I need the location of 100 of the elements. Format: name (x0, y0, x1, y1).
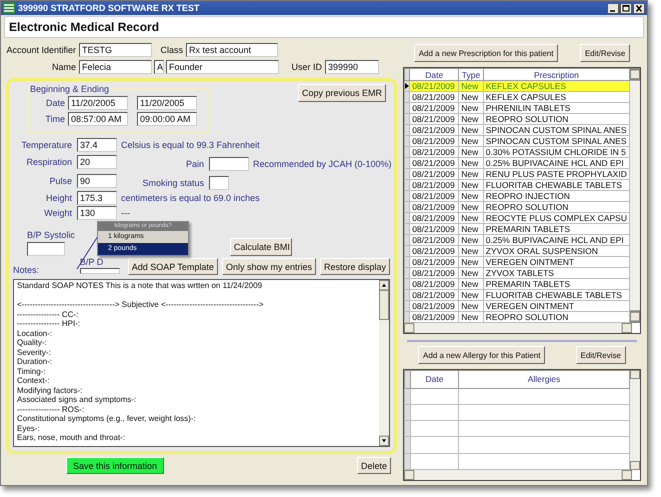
table-cell: New (458, 158, 484, 168)
column-header[interactable]: Date (410, 370, 458, 388)
table-cell: 08/21/2009 (410, 278, 459, 290)
field-label: Name (50, 62, 77, 72)
initial-field[interactable]: A (154, 60, 164, 74)
table-cell: 08/21/2009 (410, 300, 459, 312)
first-name-field[interactable]: Felecia (79, 60, 152, 74)
save-button[interactable]: Save this information (66, 457, 164, 474)
table-cell: 08/21/2009 (410, 136, 459, 146)
smoking-field[interactable] (209, 176, 229, 190)
table-cell: New (458, 290, 484, 300)
diastolic-field[interactable] (80, 268, 120, 274)
account-field[interactable]: TESTG (79, 42, 152, 56)
table-cell: New (458, 300, 484, 312)
notes-button[interactable]: Only show my entries (222, 258, 316, 275)
maximize-icon[interactable] (620, 2, 632, 14)
height-field[interactable]: 175.3 (77, 191, 117, 205)
prescription-row[interactable]: 08/21/2009 New 0.25% BUPIVACAINE HCL AND EPI (404, 158, 630, 168)
weight-field[interactable]: 130 (77, 206, 117, 220)
table-cell: New (458, 256, 484, 268)
prescription-row[interactable]: 08/21/2009 New SPINOCAN CUSTOM SPINAL ANES (404, 136, 630, 146)
prescription-row[interactable]: 08/21/2009 New REOPRO INJECTION (404, 190, 630, 202)
table-cell: New (458, 246, 484, 256)
group-title: Beginning & Ending (29, 84, 110, 94)
time-field[interactable]: 08:57:00 AM (68, 112, 128, 126)
pain-field[interactable] (209, 157, 249, 171)
hint-text: Recommended by JCAH (0-100%) (252, 159, 392, 169)
table-cell: New (458, 146, 484, 158)
horizontal-scrollbar[interactable] (404, 323, 632, 333)
app-icon (3, 2, 15, 14)
pulse-field[interactable]: 90 (77, 174, 117, 188)
prescription-row[interactable]: 08/21/2009 New KEFLEX CAPSULES (404, 92, 630, 102)
column-header[interactable]: Allergies (458, 370, 630, 388)
prescription-row[interactable]: 08/21/2009 New FLUORITAB CHEWABLE TABLETS (404, 290, 630, 300)
table-cell: 08/21/2009 (410, 202, 459, 212)
table-cell: PREMARIN TABLETS (483, 278, 630, 290)
add-allergy-button[interactable]: Add a new Allergy for this Patient (418, 346, 546, 364)
conversion-text: centimeters is equal to 69.0 inches (120, 193, 261, 203)
last-name-field[interactable]: Founder (166, 60, 279, 74)
table-cell: SPINOCAN CUSTOM SPINAL ANES (483, 136, 630, 146)
prescription-row[interactable]: 08/21/2009 New RENU PLUS PASTE PROPHYLAXID (404, 168, 630, 180)
calculate-bmi-button[interactable]: Calculate BMI (230, 238, 292, 256)
table-cell: 08/21/2009 (410, 224, 459, 234)
table-cell: 08/21/2009 (410, 92, 459, 102)
table-cell: RENU PLUS PASTE PROPHYLAXID (483, 168, 630, 180)
edit-revise-button[interactable]: Edit/Revise (580, 44, 630, 62)
minimize-icon[interactable] (607, 2, 619, 14)
date-field[interactable]: 11/20/2005 (137, 96, 197, 110)
column-header[interactable]: Date (410, 68, 459, 80)
add-prescription-button[interactable]: Add a new Prescription for this patient (414, 44, 558, 62)
prescription-row[interactable]: 08/21/2009 New 0.30% POTASSIUM CHLORIDE IN 5 (404, 146, 630, 158)
prescription-row[interactable]: 08/21/2009 New PREMARIN TABLETS (404, 278, 630, 290)
conversion-text: --- (120, 208, 131, 218)
table-cell: New (458, 114, 484, 124)
table-cell: PREMARIN TABLETS (483, 224, 630, 234)
prescription-row[interactable]: 08/21/2009 New ZYVOX TABLETS (404, 268, 630, 278)
column-header[interactable]: Prescription (483, 68, 630, 80)
prescription-row[interactable]: 08/21/2009 New VEREGEN OINTMENT (404, 256, 630, 268)
field-label: Account Identifier (5, 44, 77, 54)
table-cell: VEREGEN OINTMENT (483, 300, 630, 312)
table-cell: New (458, 202, 484, 212)
prescription-row[interactable]: 08/21/2009 New SPINOCAN CUSTOM SPINAL ANES (404, 124, 630, 136)
prescription-row[interactable]: 08/21/2009 New REOCYTE PLUS COMPLEX CAPSU (404, 212, 630, 224)
prescription-row[interactable]: 08/21/2009 New VEREGEN OINTMENT (404, 300, 630, 312)
vertical-scrollbar[interactable] (630, 370, 640, 470)
prescription-row[interactable]: 08/21/2009 New PHRENILIN TABLETS (404, 102, 630, 114)
notes-button[interactable]: Add SOAP Template (128, 258, 218, 275)
table-cell: REOPRO SOLUTION (483, 114, 630, 124)
user-id-field[interactable]: 399990 (325, 60, 379, 74)
prescription-row[interactable]: 08/21/2009 New 0.25% BUPIVACAINE HCL AND EPI (404, 234, 630, 246)
delete-button[interactable]: Delete (356, 457, 391, 474)
copy-emr-button[interactable]: Copy previous EMR (298, 84, 386, 102)
table-cell: 0.30% POTASSIUM CHLORIDE IN 5 (483, 146, 630, 158)
table-cell: 08/21/2009 (410, 146, 459, 158)
table-cell: New (458, 92, 484, 102)
table-cell: REOCYTE PLUS COMPLEX CAPSU (483, 212, 630, 224)
table-cell: REOPRO INJECTION (483, 190, 630, 202)
prescription-row[interactable]: 08/21/2009 New KEFLEX CAPSULES (404, 80, 630, 92)
time-field[interactable]: 09:00:00 AM (137, 112, 197, 126)
field-label: Temperature (20, 140, 73, 150)
vertical-scrollbar[interactable] (630, 68, 640, 323)
date-field[interactable]: 11/20/2005 (68, 96, 128, 110)
respiration-field[interactable]: 20 (77, 155, 117, 169)
prescription-row[interactable]: 08/21/2009 New REOPRO SOLUTION (404, 202, 630, 212)
prescription-row[interactable]: 08/21/2009 New ZYVOX ORAL SUSPENSION (404, 246, 630, 256)
prescription-row[interactable]: 08/21/2009 New REOPRO SOLUTION (404, 114, 630, 124)
notes-button[interactable]: Restore display (320, 258, 390, 275)
table-cell: VEREGEN OINTMENT (483, 256, 630, 268)
prescription-row[interactable]: 08/21/2009 New PREMARIN TABLETS (404, 224, 630, 234)
close-icon[interactable] (633, 2, 645, 14)
row-pointer-icon (406, 83, 409, 89)
column-header[interactable]: Type (458, 68, 484, 80)
prescription-row[interactable]: 08/21/2009 New FLUORITAB CHEWABLE TABLETS (404, 180, 630, 190)
class-field[interactable]: Rx test account (186, 42, 278, 56)
horizontal-scrollbar[interactable] (404, 470, 632, 480)
field-label: B/P D (80, 257, 104, 267)
edit-revise-button[interactable]: Edit/Revise (576, 346, 626, 364)
systolic-field[interactable] (27, 242, 65, 256)
temperature-field[interactable]: 37.4 (77, 138, 117, 152)
table-cell: New (458, 124, 484, 136)
